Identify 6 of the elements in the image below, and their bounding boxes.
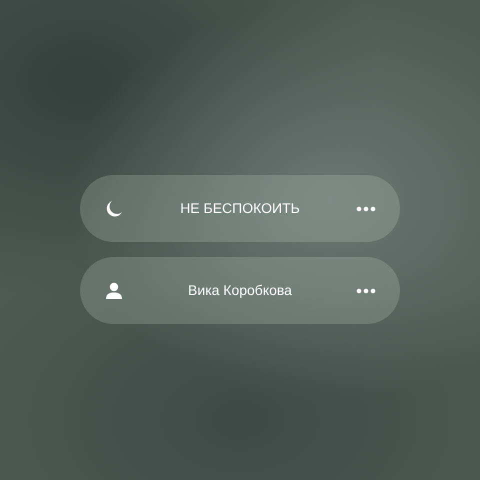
person-icon: [104, 280, 124, 300]
more-icon[interactable]: [356, 206, 376, 212]
moon-icon: [104, 198, 124, 218]
focus-mode-button[interactable]: НЕ БЕСПОКОИТЬ: [80, 175, 400, 242]
more-icon[interactable]: [356, 288, 376, 294]
focus-mode-button[interactable]: Вика Коробкова: [80, 257, 400, 324]
